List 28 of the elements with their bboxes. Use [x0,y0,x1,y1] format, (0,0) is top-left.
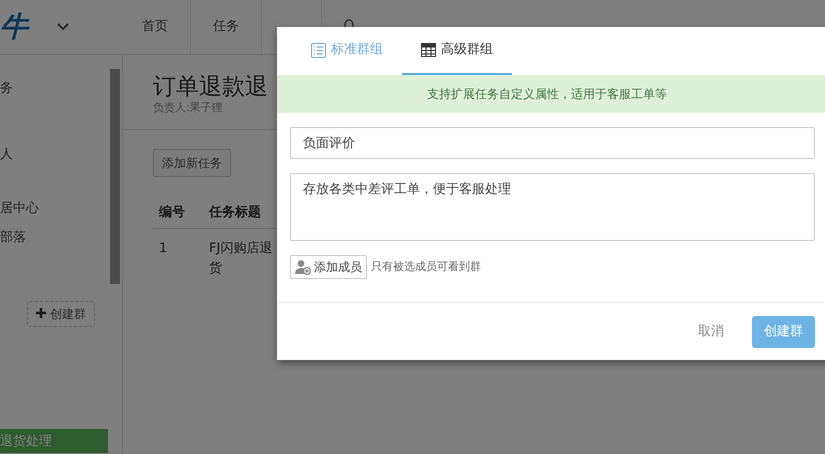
logo: 牛 [0,9,31,45]
project-owner: 负责人:果子狸 [153,100,223,116]
tab[interactable]: 标准群组 [292,27,402,75]
create-group-button[interactable]: 创建群 [27,301,95,327]
table-cell: 1 [153,228,203,288]
chevron-down-icon[interactable] [56,22,70,32]
scrollbar-thumb[interactable] [110,69,120,284]
nav-link[interactable]: 任务 [191,0,262,54]
nav-link[interactable]: 首页 [120,0,191,54]
cancel-button[interactable]: 取消 [692,321,730,343]
sidebar-item[interactable]: 居中心 [0,199,39,218]
list-icon [311,42,326,58]
description-field[interactable]: 存放各类中差评工单，便于客服处理 [290,173,815,241]
project-title: 订单退款退 [153,75,268,100]
hint-text: 只有被选成员可看到群 [371,258,481,275]
add-user-icon [295,259,311,275]
sidebar-item[interactable]: 人 [0,145,13,164]
table-icon [421,43,436,57]
table-cell: FJ闪购店退货 [203,228,283,288]
add-member-button[interactable]: 添加成员 [290,255,367,279]
plus-icon [36,308,46,318]
name-field[interactable]: 负面评价 [290,127,815,159]
notice-banner: 支持扩展任务自定义属性，适用于客服工单等 [277,75,825,113]
sidebar-item[interactable]: 部落 [0,228,26,248]
sidebar-item[interactable]: 务 [0,79,13,98]
create-group-button[interactable]: 创建群 [752,316,815,348]
column-header: 编号 [153,196,203,229]
add-task-button[interactable]: 添加新任务 [153,148,231,177]
